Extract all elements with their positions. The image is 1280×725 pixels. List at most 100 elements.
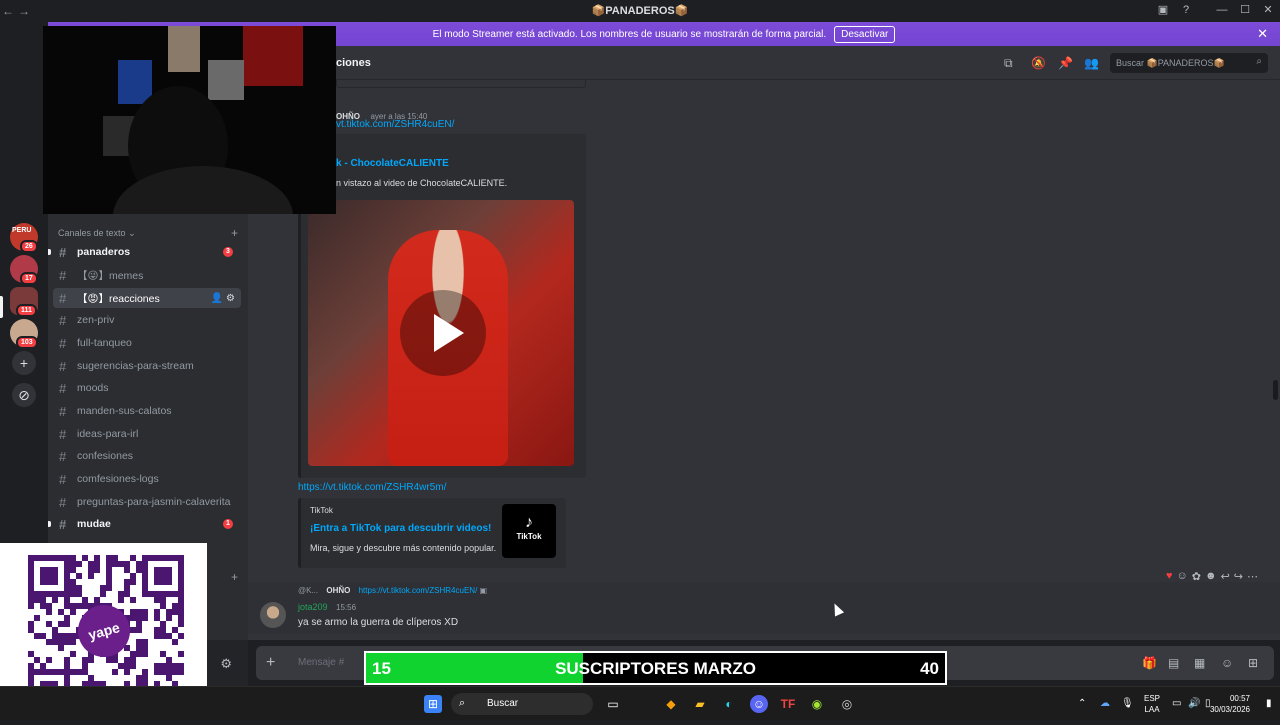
server-icon-4[interactable]: 103 — [10, 319, 38, 349]
channel-moods[interactable]: # moods — [53, 378, 241, 398]
file-explorer-icon[interactable]: ▰ — [691, 695, 709, 713]
channel-settings-icons[interactable]: 👤 ⚙ — [211, 293, 235, 304]
channel-preguntas[interactable]: # preguntas-para-jasmin-calaverita — [53, 492, 241, 512]
notifications-icon[interactable]: ▮ — [1266, 698, 1272, 709]
clock-date: 30/03/2026 — [1209, 705, 1250, 714]
add-channel-icon[interactable]: + — [231, 226, 238, 240]
screen-share-icon[interactable]: ▣ — [1155, 3, 1171, 17]
message-list[interactable]: OHÑO ayer a las 15:40 vt.tiktok.com/ZSHR… — [248, 80, 1280, 640]
add-icon[interactable]: + — [231, 570, 238, 584]
category-label: Canales de texto — [58, 228, 126, 238]
channel-manden-sus-calatos[interactable]: # manden-sus-calatos — [53, 401, 241, 421]
add-server-icon[interactable]: + — [12, 351, 36, 375]
channel-label: preguntas-para-jasmin-calaverita — [77, 496, 231, 508]
member-list-icon[interactable]: 👥 — [1084, 56, 1099, 70]
channel-label: full-tanqueo — [77, 337, 132, 349]
hash-icon: # — [59, 358, 67, 374]
message-link[interactable]: https://vt.tiktok.com/ZSHR4wr5m/ — [298, 482, 446, 493]
scrollbar-thumb[interactable] — [1273, 380, 1278, 400]
taskbar-search[interactable]: ⌕ Buscar — [451, 693, 593, 715]
channel-confesiones[interactable]: # confesiones — [53, 446, 241, 466]
category-text-channels[interactable]: Canales de texto ⌄ — [58, 228, 136, 239]
embed-title[interactable]: ¡Entra a TikTok para descubrir videos! — [310, 523, 491, 534]
tiktok-note-icon: ♪ — [525, 514, 533, 531]
video-thumbnail[interactable] — [308, 200, 574, 466]
message-text: ya se armo la guerra de clíperos XD — [298, 617, 459, 628]
apps-icon[interactable]: ⊞ — [1248, 656, 1258, 670]
title-bar: ← → 📦PANADEROS📦 ▣ ? — ☐ ✕ — [0, 0, 1280, 21]
message-link[interactable]: vt.tiktok.com/ZSHR4cuEN/ — [336, 119, 454, 130]
start-button[interactable]: ⊞ — [424, 695, 442, 713]
maximize-button[interactable]: ☐ — [1237, 3, 1253, 17]
channel-label: moods — [77, 382, 109, 394]
emoji-icon[interactable]: ☺ — [1221, 656, 1233, 670]
reply-preview[interactable]: @K... OHÑO https://vt.tiktok.com/ZSHR4cu… — [298, 586, 487, 595]
window-title: 📦PANADEROS📦 — [591, 5, 689, 17]
user-settings-gear-icon[interactable]: ⚙ — [220, 656, 232, 672]
hovered-message[interactable]: @K... OHÑO https://vt.tiktok.com/ZSHR4cu… — [248, 582, 1280, 634]
embed-title[interactable]: k - ChocolateCALIENTE — [336, 158, 449, 169]
volume-icon[interactable]: 🔊 — [1188, 698, 1200, 709]
selected-server-indicator — [0, 296, 3, 318]
channel-zen-priv[interactable]: # zen-priv — [53, 310, 241, 330]
embed-description: Mira, sigue y descubre más contenido pop… — [310, 543, 497, 553]
close-window-button[interactable]: ✕ — [1260, 3, 1276, 17]
server-icon-peru[interactable]: PERU 26 — [10, 223, 38, 253]
channel-comfesiones-logs[interactable]: # comfesiones-logs — [53, 469, 241, 489]
copilot-icon[interactable]: ◆ — [662, 695, 680, 713]
previous-embed-edge — [336, 80, 586, 88]
message-input-placeholder[interactable]: Mensaje # — [298, 657, 344, 668]
streamer-mode-text: El modo Streamer está activado. Los nomb… — [432, 28, 827, 40]
channel-reacciones[interactable]: # 【😡】reacciones 👤 ⚙ — [53, 288, 241, 308]
edge-browser-icon[interactable]: ◐ — [720, 695, 738, 713]
attach-plus-icon[interactable]: + — [266, 654, 275, 672]
pin-icon[interactable]: 📌 — [1058, 56, 1073, 70]
threads-icon[interactable]: ⧉ — [1004, 56, 1013, 71]
server-icon-2[interactable]: 17 — [10, 255, 38, 285]
avatar[interactable] — [260, 602, 286, 628]
search-input[interactable]: Buscar 📦PANADEROS📦 ⌕ — [1110, 53, 1268, 73]
channel-label: confesiones — [77, 450, 134, 462]
play-icon[interactable] — [400, 290, 486, 376]
channel-panaderos[interactable]: # panaderos 3 — [48, 242, 241, 262]
lang-top: ESP — [1144, 694, 1161, 703]
hash-icon: # — [59, 448, 67, 464]
channel-mudae[interactable]: # mudae 1 — [48, 514, 241, 534]
channel-label: mudae — [77, 518, 111, 530]
channel-ideas-para-irl[interactable]: # ideas-para-irl — [53, 424, 241, 444]
close-icon[interactable]: ✕ — [1257, 26, 1268, 42]
hash-icon: # — [59, 290, 67, 306]
gift-icon[interactable]: 🎁 — [1142, 656, 1157, 670]
app-icon[interactable]: ◉ — [808, 695, 826, 713]
deactivate-streamer-button[interactable]: Desactivar — [834, 25, 896, 43]
channel-label: manden-sus-calatos — [77, 405, 172, 417]
obs-icon[interactable]: ◎ — [838, 695, 856, 713]
chat-header: ciones ⧉ 🔕 📌 👥 Buscar 📦PANADEROS📦 ⌕ — [248, 46, 1280, 80]
system-clock[interactable]: 00:57 30/03/2026 — [1210, 693, 1250, 715]
channel-memes[interactable]: # 【😜】memes — [53, 265, 241, 285]
help-icon[interactable]: ? — [1178, 3, 1194, 17]
tray-chevron-up-icon[interactable]: ⌃ — [1078, 698, 1086, 709]
channel-label: sugerencias-para-stream — [77, 360, 194, 372]
mention-badge: 17 — [20, 272, 38, 285]
discover-icon[interactable]: ⊘ — [12, 383, 36, 407]
server-icon-3[interactable]: 111 — [10, 287, 38, 317]
mute-bell-icon[interactable]: 🔕 — [1031, 56, 1046, 70]
onedrive-icon[interactable]: ☁ — [1100, 698, 1110, 709]
discord-icon[interactable]: ☺ — [750, 695, 768, 713]
sticker-icon[interactable]: ▦ — [1194, 656, 1205, 670]
gif-icon[interactable]: ▤ — [1168, 656, 1179, 670]
app-tf-icon[interactable]: TF — [779, 695, 797, 713]
hash-icon: # — [59, 516, 67, 532]
task-view-icon[interactable]: ▭ — [604, 695, 622, 713]
input-language[interactable]: ESP LAA — [1144, 693, 1160, 715]
minimize-button[interactable]: — — [1214, 3, 1230, 17]
display-icon[interactable]: ▭ — [1172, 698, 1181, 709]
mention-badge: 111 — [16, 304, 37, 317]
channel-full-tanqueo[interactable]: # full-tanqueo — [53, 333, 241, 353]
microphone-icon[interactable]: 🎙 — [1121, 698, 1134, 709]
message-author[interactable]: jota209 — [298, 602, 328, 612]
channel-sugerencias[interactable]: # sugerencias-para-stream — [53, 356, 241, 376]
tiktok-logo-label: TikTok — [516, 532, 542, 541]
subscriber-goal-bar: 15 SUSCRIPTORES MARZO 40 — [364, 651, 947, 685]
